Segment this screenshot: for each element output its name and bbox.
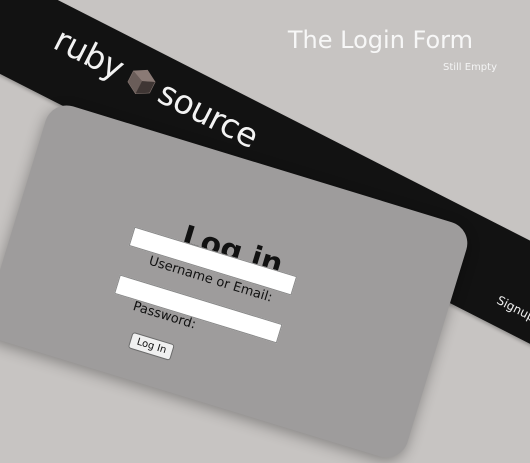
page-subtitle: Still Empty (442, 62, 497, 73)
signup-link[interactable]: Signup (494, 293, 530, 324)
page-title: The Login Form (287, 26, 473, 54)
logo-text-ruby: ruby (47, 19, 131, 88)
ruby-gem-icon (122, 60, 162, 100)
login-button[interactable]: Log In (127, 331, 176, 361)
